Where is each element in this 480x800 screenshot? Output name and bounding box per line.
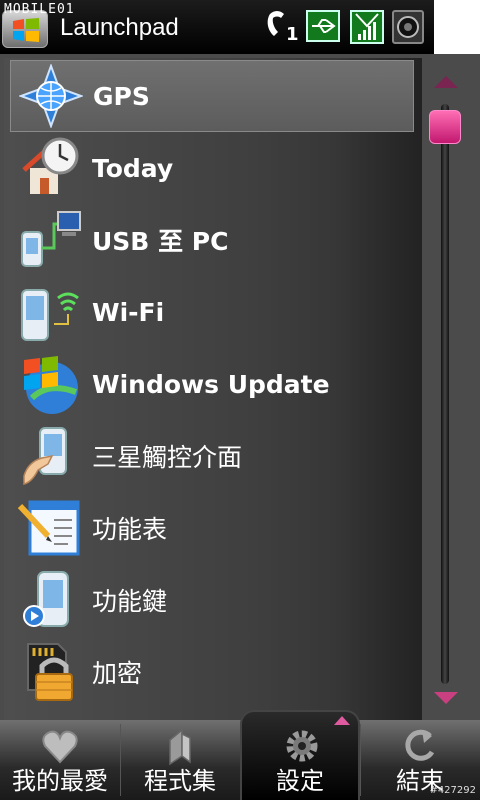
tab-label: 程式集 (144, 767, 216, 795)
menu-item-label: Windows Update (92, 369, 330, 399)
wifi-device-icon (18, 280, 82, 344)
windows-logo-icon (13, 18, 39, 42)
menu-item-label: USB 至 PC (92, 227, 229, 256)
menu-item-label: GPS (93, 81, 150, 111)
tab-programs[interactable]: 程式集 (120, 720, 240, 800)
tab-label: 設定 (276, 767, 324, 795)
settings-list: GPS Today USB 至 PC Wi-Fi Windows Update … (0, 54, 480, 720)
volume-icon[interactable] (392, 10, 424, 44)
status-bar: MOBILE01 Launchpad 1 (0, 0, 480, 54)
menu-item-label: 功能鍵 (92, 587, 168, 616)
menu-item-label: 功能表 (92, 515, 168, 544)
menu-item-function-key[interactable]: 功能鍵 (10, 564, 414, 636)
usb-connection-icon[interactable] (306, 10, 340, 42)
gps-compass-icon (18, 63, 84, 129)
tab-settings[interactable]: 設定 (240, 710, 360, 800)
today-house-clock-icon (18, 136, 82, 200)
menu-item-gps[interactable]: GPS (10, 60, 414, 132)
menu-item-label: Wi-Fi (92, 297, 165, 327)
tab-indicator-icon (334, 716, 350, 725)
scroll-down-arrow-icon[interactable] (434, 692, 458, 704)
usb-to-pc-icon (18, 208, 82, 272)
programs-icon (169, 728, 191, 766)
tab-favorites[interactable]: 我的最愛 (0, 720, 120, 800)
menu-item-label: Today (92, 153, 174, 183)
gear-icon (286, 730, 318, 762)
signal-icon[interactable] (350, 10, 384, 44)
bottom-tab-bar: 我的最愛 程式集 設定 結束 #427292 (0, 710, 480, 800)
windows-update-icon (18, 352, 82, 416)
menu-item-usb-to-pc[interactable]: USB 至 PC (10, 204, 414, 276)
scrollbar[interactable] (422, 58, 474, 720)
menu-item-label: 加密 (92, 659, 143, 688)
heart-icon (42, 730, 78, 764)
scroll-track[interactable] (441, 104, 449, 684)
build-id: #427292 (429, 785, 476, 796)
menu-document-icon (17, 496, 82, 560)
menu-item-windows-update[interactable]: Windows Update (10, 348, 414, 420)
function-key-device-icon (18, 568, 82, 632)
app-title: Launchpad (60, 14, 179, 41)
menu-item-touch-interface[interactable]: 三星觸控介面 (10, 420, 414, 492)
menu-item-label: 三星觸控介面 (92, 443, 243, 472)
scroll-thumb[interactable] (429, 110, 461, 144)
menu-item-wifi[interactable]: Wi-Fi (10, 276, 414, 348)
status-blank-area (434, 0, 480, 54)
scroll-up-arrow-icon[interactable] (434, 76, 458, 88)
exit-arrow-icon (405, 729, 435, 761)
menu-item-encryption[interactable]: 加密 (10, 636, 414, 708)
missed-call-count: 1 (286, 24, 299, 45)
encryption-lock-icon (18, 640, 82, 704)
menu-item-function-menu[interactable]: 功能表 (10, 492, 414, 564)
touch-interface-icon (18, 424, 82, 488)
menu-item-today[interactable]: Today (10, 132, 414, 204)
tab-label: 我的最愛 (12, 767, 108, 795)
